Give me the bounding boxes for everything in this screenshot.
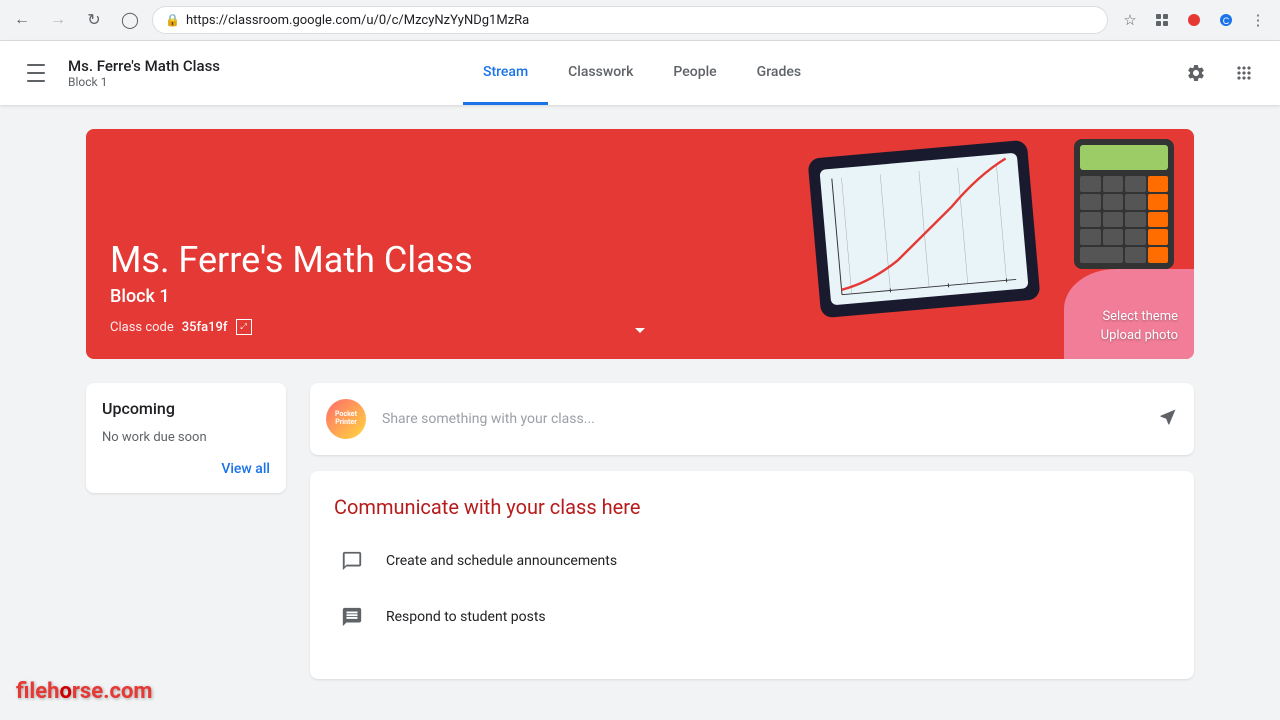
upcoming-card: Upcoming No work due soon View all — [86, 383, 286, 493]
share-card: PocketPrinter Share something with your … — [310, 383, 1194, 455]
expand-code-icon[interactable]: ⤢ — [236, 319, 252, 335]
extension-button-3[interactable]: C — [1212, 6, 1240, 34]
home-button[interactable]: ◯ — [116, 6, 144, 34]
tab-stream[interactable]: Stream — [463, 41, 548, 105]
calculator-illustration — [1074, 139, 1174, 269]
avatar-image: PocketPrinter — [326, 399, 366, 439]
graph-svg — [819, 153, 1028, 306]
banner-class-name: Ms. Ferre's Math Class — [110, 239, 473, 282]
ssl-lock-icon: 🔒 — [165, 13, 180, 27]
reload-button[interactable]: ↻ — [80, 6, 108, 34]
more-options-button[interactable]: ⋮ — [1244, 6, 1272, 34]
upload-photo-link[interactable]: Upload photo — [1101, 328, 1178, 343]
class-title-block: Ms. Ferre's Math Class Block 1 — [68, 57, 220, 89]
communicate-title: Communicate with your class here — [334, 495, 1170, 519]
url-text: https://classroom.google.com/u/0/c/MzcyN… — [186, 13, 1095, 28]
banner-block: Block 1 — [110, 286, 473, 307]
communicate-item-2: Respond to student posts — [334, 599, 1170, 635]
browser-chrome: ← → ↻ ◯ 🔒 https://classroom.google.com/u… — [0, 0, 1280, 41]
calc-buttons — [1080, 176, 1168, 263]
extension-button-1[interactable] — [1148, 6, 1176, 34]
sidebar: Upcoming No work due soon View all — [86, 383, 286, 493]
header-nav: Stream Classwork People Grades — [220, 41, 1064, 105]
banner-code: Class code 35fa19f ⤢ — [110, 319, 473, 335]
select-theme-link[interactable]: Select theme — [1102, 309, 1178, 324]
tab-classwork[interactable]: Classwork — [548, 41, 653, 105]
no-work-text: No work due soon — [102, 430, 270, 445]
communicate-item-1-text: Create and schedule announcements — [386, 553, 617, 569]
extension-button-2[interactable] — [1180, 6, 1208, 34]
announcements-icon — [334, 543, 370, 579]
communicate-item-1: Create and schedule announcements — [334, 543, 1170, 579]
app-header: Ms. Ferre's Math Class Block 1 Stream Cl… — [0, 41, 1280, 105]
header-right — [1064, 53, 1264, 93]
browser-actions: ☆ C ⋮ — [1116, 6, 1272, 34]
share-icon[interactable] — [1158, 407, 1178, 432]
google-apps-button[interactable] — [1224, 53, 1264, 93]
content-columns: Upcoming No work due soon View all Pocke… — [86, 383, 1194, 679]
settings-button[interactable] — [1176, 53, 1216, 93]
bookmark-button[interactable]: ☆ — [1116, 6, 1144, 34]
main-content: Ms. Ferre's Math Class Block 1 Class cod… — [70, 105, 1210, 703]
banner-chevron[interactable] — [628, 318, 652, 347]
menu-button[interactable] — [16, 53, 56, 93]
feed: PocketPrinter Share something with your … — [310, 383, 1194, 679]
tablet-screen — [819, 153, 1028, 306]
banner-code-value: 35fa19f — [182, 320, 228, 335]
back-button[interactable]: ← — [8, 6, 36, 34]
respond-icon — [334, 599, 370, 635]
watermark-prefix: fileh — [16, 679, 59, 704]
forward-button[interactable]: → — [44, 6, 72, 34]
view-all-link[interactable]: View all — [102, 461, 270, 477]
class-subtitle: Block 1 — [68, 75, 220, 89]
tab-people[interactable]: People — [653, 41, 736, 105]
tab-grades[interactable]: Grades — [737, 41, 821, 105]
user-avatar: PocketPrinter — [326, 399, 366, 439]
share-input[interactable]: Share something with your class... — [382, 411, 1142, 427]
class-title: Ms. Ferre's Math Class — [68, 57, 220, 75]
banner-content: Ms. Ferre's Math Class Block 1 Class cod… — [110, 239, 473, 335]
browser-toolbar: ← → ↻ ◯ 🔒 https://classroom.google.com/u… — [0, 0, 1280, 40]
communicate-item-2-text: Respond to student posts — [386, 609, 546, 625]
calc-screen — [1080, 145, 1168, 170]
address-bar[interactable]: 🔒 https://classroom.google.com/u/0/c/Mzc… — [152, 6, 1108, 34]
communicate-card: Communicate with your class here Create … — [310, 471, 1194, 679]
banner-actions: Select theme Upload photo — [1101, 309, 1178, 343]
class-banner: Ms. Ferre's Math Class Block 1 Class cod… — [86, 129, 1194, 359]
upcoming-title: Upcoming — [102, 399, 270, 418]
header-left: Ms. Ferre's Math Class Block 1 — [16, 53, 220, 93]
svg-text:C: C — [1223, 16, 1230, 26]
tablet-illustration — [807, 140, 1040, 319]
banner-code-label: Class code — [110, 320, 174, 335]
